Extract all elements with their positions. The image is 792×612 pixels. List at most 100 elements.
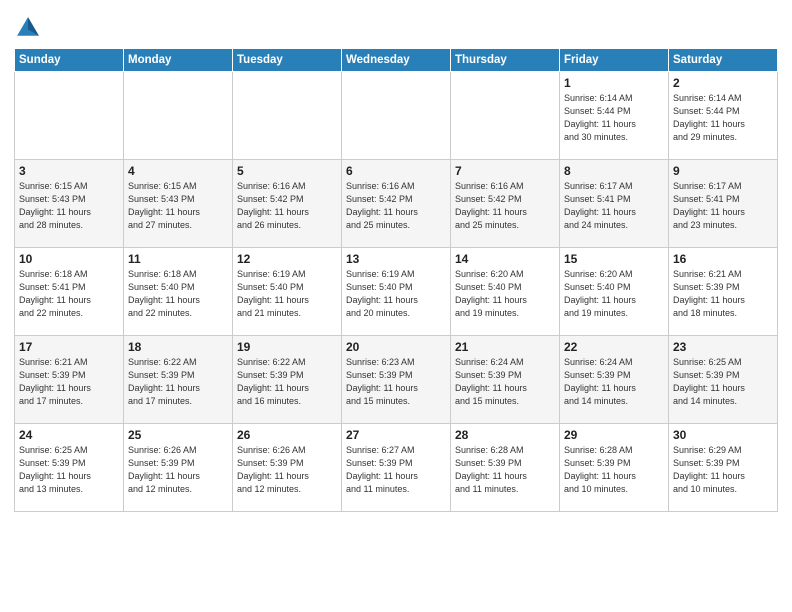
day-cell: 27Sunrise: 6:27 AM Sunset: 5:39 PM Dayli… (342, 424, 451, 512)
day-cell: 22 Sunrise: 6:24 AM Sunset: 5:39 PM Dayli… (560, 336, 669, 424)
day-cell: 6Sunrise: 6:16 AM Sunset: 5:42 PM Daylig… (342, 160, 451, 248)
day-info: Sunrise: 6:20 AM Sunset: 5:40 PM Dayligh… (564, 268, 664, 320)
day-cell: 5 Sunrise: 6:16 AM Sunset: 5:42 PM Daylig… (233, 160, 342, 248)
day-info: Sunrise: 6:24 AM Sunset: 5:39 PM Dayligh… (564, 356, 664, 408)
day-info: Sunrise: 6:23 AM Sunset: 5:39 PM Dayligh… (346, 356, 446, 408)
week-row-4: 17 Sunrise: 6:21 AM Sunset: 5:39 PM Dayli… (15, 336, 778, 424)
day-cell (15, 72, 124, 160)
day-info: Sunrise: 6:17 AM Sunset: 5:41 PM Dayligh… (673, 180, 773, 232)
day-info: Sunrise: 6:25 AM Sunset: 5:39 PM Dayligh… (673, 356, 773, 408)
day-info: Sunrise: 6:18 AM Sunset: 5:40 PM Dayligh… (128, 268, 228, 320)
day-cell: 12 Sunrise: 6:19 AM Sunset: 5:40 PM Dayli… (233, 248, 342, 336)
day-info: Sunrise: 6:26 AM Sunset: 5:39 PM Dayligh… (237, 444, 337, 496)
day-number: 15 (564, 252, 664, 266)
day-cell: 28 Sunrise: 6:28 AM Sunset: 5:39 PM Dayli… (451, 424, 560, 512)
day-cell: 15 Sunrise: 6:20 AM Sunset: 5:40 PM Dayli… (560, 248, 669, 336)
day-info: Sunrise: 6:16 AM Sunset: 5:42 PM Dayligh… (455, 180, 555, 232)
day-info: Sunrise: 6:18 AM Sunset: 5:41 PM Dayligh… (19, 268, 119, 320)
day-info: Sunrise: 6:19 AM Sunset: 5:40 PM Dayligh… (237, 268, 337, 320)
day-number: 25 (128, 428, 228, 442)
logo-icon (14, 14, 42, 42)
day-info: Sunrise: 6:24 AM Sunset: 5:39 PM Dayligh… (455, 356, 555, 408)
col-header-wednesday: Wednesday (342, 49, 451, 72)
day-number: 5 (237, 164, 337, 178)
day-cell: 18Sunrise: 6:22 AM Sunset: 5:39 PM Dayli… (124, 336, 233, 424)
day-cell: 13 Sunrise: 6:19 AM Sunset: 5:40 PM Dayli… (342, 248, 451, 336)
col-header-saturday: Saturday (669, 49, 778, 72)
day-number: 17 (19, 340, 119, 354)
day-number: 4 (128, 164, 228, 178)
header-row: SundayMondayTuesdayWednesdayThursdayFrid… (15, 49, 778, 72)
day-cell: 21 Sunrise: 6:24 AM Sunset: 5:39 PM Dayli… (451, 336, 560, 424)
day-info: Sunrise: 6:22 AM Sunset: 5:39 PM Dayligh… (237, 356, 337, 408)
day-cell: 19 Sunrise: 6:22 AM Sunset: 5:39 PM Dayli… (233, 336, 342, 424)
day-number: 11 (128, 252, 228, 266)
page-container: SundayMondayTuesdayWednesdayThursdayFrid… (0, 0, 792, 520)
day-number: 2 (673, 76, 773, 90)
day-cell: 9 Sunrise: 6:17 AM Sunset: 5:41 PM Daylig… (669, 160, 778, 248)
day-number: 7 (455, 164, 555, 178)
day-number: 24 (19, 428, 119, 442)
week-row-2: 3 Sunrise: 6:15 AM Sunset: 5:43 PM Daylig… (15, 160, 778, 248)
calendar-table: SundayMondayTuesdayWednesdayThursdayFrid… (14, 48, 778, 512)
day-cell: 2 Sunrise: 6:14 AM Sunset: 5:44 PM Daylig… (669, 72, 778, 160)
day-info: Sunrise: 6:25 AM Sunset: 5:39 PM Dayligh… (19, 444, 119, 496)
day-cell: 4 Sunrise: 6:15 AM Sunset: 5:43 PM Daylig… (124, 160, 233, 248)
day-number: 30 (673, 428, 773, 442)
day-info: Sunrise: 6:14 AM Sunset: 5:44 PM Dayligh… (673, 92, 773, 144)
day-cell: 3Sunrise: 6:15 AM Sunset: 5:43 PM Daylig… (15, 160, 124, 248)
col-header-friday: Friday (560, 49, 669, 72)
col-header-thursday: Thursday (451, 49, 560, 72)
day-info: Sunrise: 6:19 AM Sunset: 5:40 PM Dayligh… (346, 268, 446, 320)
day-number: 28 (455, 428, 555, 442)
day-number: 14 (455, 252, 555, 266)
day-number: 19 (237, 340, 337, 354)
day-info: Sunrise: 6:16 AM Sunset: 5:42 PM Dayligh… (346, 180, 446, 232)
week-row-3: 10 Sunrise: 6:18 AM Sunset: 5:41 PM Dayli… (15, 248, 778, 336)
day-number: 21 (455, 340, 555, 354)
day-number: 26 (237, 428, 337, 442)
day-cell: 23 Sunrise: 6:25 AM Sunset: 5:39 PM Dayli… (669, 336, 778, 424)
day-cell (124, 72, 233, 160)
day-info: Sunrise: 6:29 AM Sunset: 5:39 PM Dayligh… (673, 444, 773, 496)
day-cell: 30 Sunrise: 6:29 AM Sunset: 5:39 PM Dayli… (669, 424, 778, 512)
day-number: 12 (237, 252, 337, 266)
day-info: Sunrise: 6:21 AM Sunset: 5:39 PM Dayligh… (19, 356, 119, 408)
day-number: 3 (19, 164, 119, 178)
day-number: 20 (346, 340, 446, 354)
day-cell: 17 Sunrise: 6:21 AM Sunset: 5:39 PM Dayli… (15, 336, 124, 424)
week-row-1: 1 Sunrise: 6:14 AM Sunset: 5:44 PM Daylig… (15, 72, 778, 160)
day-number: 22 (564, 340, 664, 354)
day-info: Sunrise: 6:15 AM Sunset: 5:43 PM Dayligh… (128, 180, 228, 232)
day-info: Sunrise: 6:28 AM Sunset: 5:39 PM Dayligh… (455, 444, 555, 496)
day-cell: 11 Sunrise: 6:18 AM Sunset: 5:40 PM Dayli… (124, 248, 233, 336)
day-cell: 29Sunrise: 6:28 AM Sunset: 5:39 PM Dayli… (560, 424, 669, 512)
day-info: Sunrise: 6:16 AM Sunset: 5:42 PM Dayligh… (237, 180, 337, 232)
day-info: Sunrise: 6:14 AM Sunset: 5:44 PM Dayligh… (564, 92, 664, 144)
logo (14, 14, 46, 42)
day-number: 13 (346, 252, 446, 266)
day-cell: 25 Sunrise: 6:26 AM Sunset: 5:39 PM Dayli… (124, 424, 233, 512)
day-cell: 1 Sunrise: 6:14 AM Sunset: 5:44 PM Daylig… (560, 72, 669, 160)
day-number: 1 (564, 76, 664, 90)
day-number: 23 (673, 340, 773, 354)
day-cell: 14 Sunrise: 6:20 AM Sunset: 5:40 PM Dayli… (451, 248, 560, 336)
day-cell: 26 Sunrise: 6:26 AM Sunset: 5:39 PM Dayli… (233, 424, 342, 512)
day-cell: 24 Sunrise: 6:25 AM Sunset: 5:39 PM Dayli… (15, 424, 124, 512)
day-info: Sunrise: 6:21 AM Sunset: 5:39 PM Dayligh… (673, 268, 773, 320)
day-cell: 10 Sunrise: 6:18 AM Sunset: 5:41 PM Dayli… (15, 248, 124, 336)
col-header-sunday: Sunday (15, 49, 124, 72)
day-info: Sunrise: 6:20 AM Sunset: 5:40 PM Dayligh… (455, 268, 555, 320)
day-number: 8 (564, 164, 664, 178)
day-number: 9 (673, 164, 773, 178)
day-number: 10 (19, 252, 119, 266)
day-cell (451, 72, 560, 160)
day-cell (342, 72, 451, 160)
day-info: Sunrise: 6:26 AM Sunset: 5:39 PM Dayligh… (128, 444, 228, 496)
day-cell: 8Sunrise: 6:17 AM Sunset: 5:41 PM Daylig… (560, 160, 669, 248)
page-header (14, 10, 778, 42)
day-number: 16 (673, 252, 773, 266)
day-info: Sunrise: 6:28 AM Sunset: 5:39 PM Dayligh… (564, 444, 664, 496)
day-number: 18 (128, 340, 228, 354)
week-row-5: 24 Sunrise: 6:25 AM Sunset: 5:39 PM Dayli… (15, 424, 778, 512)
